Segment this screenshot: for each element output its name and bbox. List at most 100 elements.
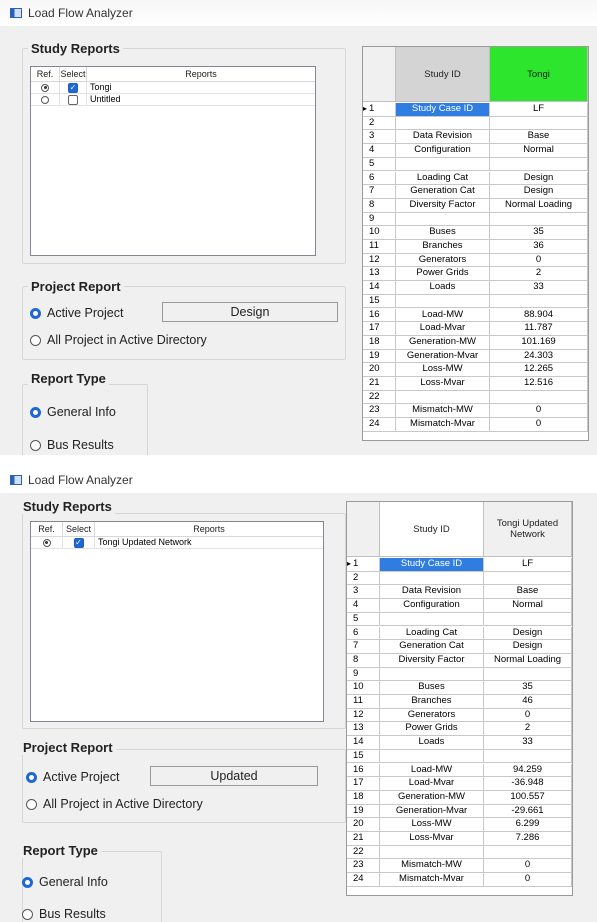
grid-row[interactable]: 24 Mismatch-Mvar 0: [347, 873, 572, 887]
row-number[interactable]: 24: [363, 418, 396, 432]
row-number[interactable]: 1: [363, 103, 396, 117]
row-label[interactable]: [396, 390, 490, 405]
row-number[interactable]: 8: [347, 653, 380, 668]
ref-radio-selected[interactable]: [41, 83, 49, 92]
study-reports-list[interactable]: Ref. Select Reports ✓ Tongi Untitled: [30, 66, 316, 256]
row-number[interactable]: 5: [363, 157, 396, 172]
row-number[interactable]: 22: [347, 845, 380, 860]
grid-row[interactable]: 3 Data Revision Base: [363, 130, 588, 145]
col-ref-header[interactable]: Ref.: [31, 67, 60, 81]
row-value[interactable]: 12.265: [490, 363, 588, 377]
row-number[interactable]: 24: [347, 873, 380, 887]
study-results-grid[interactable]: Study ID Tongi Updated Network 1Study Ca…: [346, 501, 573, 896]
col-select-header[interactable]: Select: [63, 522, 95, 536]
grid-row[interactable]: 23 Mismatch-MW 0: [347, 859, 572, 874]
row-number[interactable]: 8: [363, 198, 396, 213]
row-label[interactable]: Branches: [380, 695, 484, 709]
row-label[interactable]: Mismatch-MW: [396, 404, 490, 419]
row-label[interactable]: Loss-Mvar: [396, 377, 490, 391]
row-label[interactable]: Generation Cat: [396, 185, 490, 199]
select-checkbox-checked[interactable]: ✓: [68, 82, 78, 93]
grid-row[interactable]: 4 Configuration Normal: [363, 144, 588, 158]
grid-row[interactable]: 11 Branches 36: [363, 240, 588, 254]
row-label[interactable]: [380, 749, 484, 764]
general-info-option[interactable]: General Info: [30, 405, 116, 419]
grid-row[interactable]: 24 Mismatch-Mvar 0: [363, 418, 588, 432]
row-label[interactable]: Loss-MW: [380, 818, 484, 832]
general-info-option[interactable]: General Info: [22, 875, 108, 889]
grid-row[interactable]: 13 Power Grids 2: [347, 722, 572, 737]
row-label[interactable]: Generation-MW: [396, 335, 490, 350]
all-projects-radio[interactable]: [30, 334, 41, 346]
row-label[interactable]: Generators: [380, 708, 484, 723]
grid-row[interactable]: 10 Buses 35: [363, 226, 588, 240]
row-number[interactable]: 23: [347, 859, 380, 874]
row-number[interactable]: 14: [363, 281, 396, 295]
row-value[interactable]: [484, 571, 572, 586]
row-value[interactable]: 36: [490, 240, 588, 254]
row-label[interactable]: Power Grids: [396, 267, 490, 282]
all-projects-option[interactable]: All Project in Active Directory: [30, 333, 207, 347]
row-value[interactable]: 88.904: [490, 308, 588, 323]
grid-row[interactable]: 15: [347, 749, 572, 764]
row-value[interactable]: 11.787: [490, 322, 588, 336]
row-number[interactable]: 12: [363, 253, 396, 268]
active-project-option[interactable]: Active Project: [30, 306, 123, 320]
row-label[interactable]: [396, 294, 490, 309]
row-value[interactable]: [484, 845, 572, 860]
row-number[interactable]: 4: [347, 599, 380, 613]
grid-row[interactable]: 13 Power Grids 2: [363, 267, 588, 282]
row-label[interactable]: Mismatch-MW: [380, 859, 484, 874]
row-value[interactable]: 100.557: [484, 790, 572, 805]
row-value[interactable]: Design: [484, 626, 572, 641]
row-value[interactable]: 0: [490, 404, 588, 419]
row-value[interactable]: Design: [490, 185, 588, 199]
row-number[interactable]: 4: [363, 144, 396, 158]
row-number[interactable]: 23: [363, 404, 396, 419]
row-value[interactable]: 0: [490, 418, 588, 432]
active-project-option[interactable]: Active Project: [26, 770, 119, 784]
row-number[interactable]: 10: [363, 226, 396, 240]
ref-radio[interactable]: [41, 95, 49, 104]
row-value[interactable]: Design: [490, 171, 588, 186]
row-number[interactable]: 19: [347, 804, 380, 819]
row-number[interactable]: 20: [347, 818, 380, 832]
grid-row[interactable]: 1Study Case IDLF: [347, 558, 572, 572]
row-number[interactable]: 16: [363, 308, 396, 323]
row-number[interactable]: 15: [347, 749, 380, 764]
general-info-radio[interactable]: [22, 876, 33, 888]
col-reports-header[interactable]: Reports: [87, 67, 315, 81]
grid-row[interactable]: 12 Generators 0: [363, 253, 588, 268]
grid-row[interactable]: 11 Branches 46: [347, 695, 572, 709]
general-info-radio[interactable]: [30, 406, 41, 418]
grid-row[interactable]: 12 Generators 0: [347, 708, 572, 723]
row-value[interactable]: LF: [484, 558, 572, 572]
row-value[interactable]: [490, 212, 588, 227]
bus-results-radio[interactable]: [30, 439, 41, 451]
bus-results-radio[interactable]: [22, 908, 33, 920]
row-label[interactable]: Data Revision: [396, 130, 490, 145]
grid-row[interactable]: 15: [363, 294, 588, 309]
row-value[interactable]: 2: [490, 267, 588, 282]
row-label[interactable]: [380, 612, 484, 627]
row-value[interactable]: 2: [484, 722, 572, 737]
row-value[interactable]: 0: [484, 708, 572, 723]
row-label[interactable]: Mismatch-Mvar: [396, 418, 490, 432]
grid-row[interactable]: 5: [363, 157, 588, 172]
row-label[interactable]: [396, 157, 490, 172]
grid-row[interactable]: 22: [347, 845, 572, 860]
row-number[interactable]: 6: [347, 626, 380, 641]
row-value[interactable]: 33: [490, 281, 588, 295]
grid-row[interactable]: 22: [363, 390, 588, 405]
row-value[interactable]: 24.303: [490, 349, 588, 364]
row-value[interactable]: 101.169: [490, 335, 588, 350]
grid-row[interactable]: 17 Load-Mvar -36.948: [347, 777, 572, 791]
row-number[interactable]: 22: [363, 390, 396, 405]
grid-row[interactable]: 4 Configuration Normal: [347, 599, 572, 613]
grid-row[interactable]: 7 Generation Cat Design: [363, 185, 588, 199]
row-label[interactable]: Configuration: [396, 144, 490, 158]
row-number[interactable]: 3: [363, 130, 396, 145]
row-label[interactable]: Generation Cat: [380, 640, 484, 654]
row-label[interactable]: Load-Mvar: [380, 777, 484, 791]
active-project-radio[interactable]: [26, 771, 37, 783]
